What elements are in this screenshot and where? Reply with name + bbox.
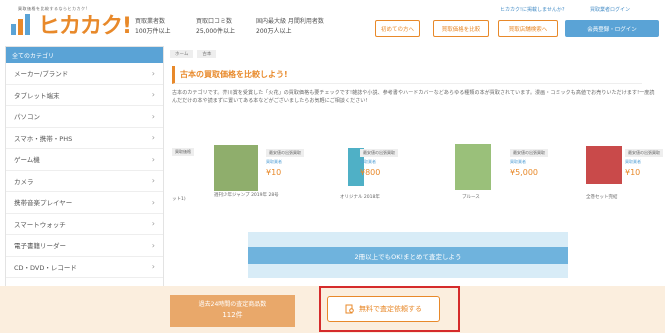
sidebar-item[interactable]: ゲーム機 › <box>6 149 163 171</box>
sidebar-item-label: ゲーム機 <box>14 156 40 165</box>
chevron-right-icon: › <box>151 90 155 100</box>
site-header: 買取価格を比較するならヒカカク! ヒカカク! 買取業者数 100万件以上 買取口… <box>0 0 665 44</box>
stat-value: 25,000件以上 <box>196 28 235 35</box>
document-search-icon <box>345 304 354 314</box>
chevron-right-icon: › <box>151 133 155 143</box>
chevron-right-icon: › <box>151 68 155 78</box>
product-sub: 買取業者 <box>625 159 641 164</box>
highlight-box: 無料で査定依頼する <box>319 286 460 332</box>
sidebar-item[interactable]: 電子書籍リーダー › <box>6 235 163 257</box>
product-label: 最安値の出張買取 <box>625 149 663 157</box>
breadcrumb: ホーム 古本 <box>170 50 217 58</box>
product-image[interactable] <box>586 146 622 184</box>
product-image[interactable] <box>214 145 258 191</box>
recent-appraisals-label: 過去24時間の査定商品数 <box>198 301 267 308</box>
product-card[interactable]: 最安値の出張買取 買取業者 ¥800 <box>360 143 412 213</box>
sidebar-item-label: 携帯音楽プレイヤー <box>14 199 73 208</box>
product-sub: 買取業者 <box>266 159 282 164</box>
product-caption[interactable]: ット1) <box>172 196 186 202</box>
sidebar-item[interactable]: CD・DVD・レコード › <box>6 257 163 278</box>
sidebar-item[interactable]: 携帯音楽プレイヤー › <box>6 192 163 214</box>
chevron-right-icon: › <box>151 111 155 121</box>
sidebar-item-label: メーカー/ブランド <box>14 70 69 79</box>
breadcrumb-home[interactable]: ホーム <box>170 50 194 58</box>
sidebar-item-label: スマートウォッチ <box>14 220 66 229</box>
product-price: ¥10 <box>266 168 282 177</box>
stat-label: 買取口コミ数 <box>196 18 233 25</box>
sidebar-item-label: カメラ <box>14 177 34 186</box>
product-label: 最安値の出張買取 <box>360 149 398 157</box>
chevron-right-icon: › <box>151 197 155 207</box>
dealer-login-link[interactable]: 買取業者ログイン <box>590 6 630 13</box>
product-card[interactable]: 最安値の出張買取 買取業者 ¥10 <box>266 143 318 213</box>
sidebar-item-label: CD・DVD・レコード <box>14 263 77 272</box>
chevron-right-icon: › <box>151 176 155 186</box>
sidebar-item-label: スマホ・携帯・PHS <box>14 134 73 143</box>
chevron-right-icon: › <box>151 240 155 250</box>
page-title: 古本の買取価格を比較しよう! <box>172 66 642 84</box>
product-label: 最安値の出張買取 <box>510 149 548 157</box>
stat-value: 200万人以上 <box>256 28 292 35</box>
recent-appraisals: 過去24時間の査定商品数 112件 <box>170 295 295 327</box>
product-sub: 買取業者 <box>360 159 376 164</box>
product-label: 買取価格 <box>172 148 194 156</box>
sidebar-item-label: 電子書籍リーダー <box>14 242 66 251</box>
logo-icon[interactable] <box>10 10 36 36</box>
free-appraisal-label: 無料で査定依頼する <box>359 305 422 313</box>
compare-button[interactable]: 買取価格を比較 <box>433 20 489 37</box>
publish-link[interactable]: ヒカカク!に掲載しませんか? <box>500 6 565 13</box>
sidebar-header: 全てのカテゴリ <box>6 47 163 63</box>
stat-reviews: 買取口コミ数 25,000件以上 <box>196 17 235 37</box>
chevron-right-icon: › <box>151 154 155 164</box>
chevron-right-icon: › <box>151 219 155 229</box>
product-price: ¥800 <box>360 168 381 177</box>
sidebar-item[interactable]: スマホ・携帯・PHS › <box>6 128 163 149</box>
stat-value: 100万件以上 <box>135 28 171 35</box>
sidebar-item[interactable]: カメラ › <box>6 171 163 192</box>
product-card[interactable]: 最安値の出張買取 買取業者 ¥10 <box>625 143 663 213</box>
recent-appraisals-count: 112件 <box>222 311 243 319</box>
sidebar-item-label: パソコン <box>14 113 40 122</box>
sidebar-item[interactable]: メーカー/ブランド › <box>6 63 163 85</box>
breadcrumb-current[interactable]: 古本 <box>197 50 217 58</box>
product-card[interactable]: 最安値の出張買取 買取業者 ¥5,000 <box>510 143 562 213</box>
product-image[interactable] <box>455 144 491 190</box>
product-caption[interactable]: 全巻セット完結 <box>586 194 618 200</box>
sidebar-item[interactable]: スマートウォッチ › <box>6 214 163 235</box>
product-caption[interactable]: 週刊少年ジャンプ 2019年 28号 <box>214 192 279 198</box>
store-search-button[interactable]: 買取店舗検索へ <box>498 20 558 37</box>
product-label: 最安値の出張買取 <box>266 149 304 157</box>
stat-dealers: 買取業者数 100万件以上 <box>135 17 170 37</box>
guide-button[interactable]: 初めての方へ <box>375 20 420 37</box>
register-login-button[interactable]: 会員登録・ログイン <box>565 20 659 37</box>
logo-text[interactable]: ヒカカク! <box>38 8 132 40</box>
bundle-banner[interactable]: 2冊以上でもOK!まとめて査定しよう <box>248 232 568 278</box>
sidebar-item[interactable]: タブレット端末 › <box>6 85 163 106</box>
category-description: 古本のカテゴリです。芥川賞を受賞した「火花」の買取価格も要チェックです!雑誌や小… <box>172 90 655 104</box>
sidebar-item-label: タブレット端末 <box>14 91 60 100</box>
sidebar-item[interactable]: パソコン › <box>6 106 163 128</box>
stat-label: 買取業者数 <box>135 18 166 25</box>
free-appraisal-button[interactable]: 無料で査定依頼する <box>327 296 440 322</box>
chevron-right-icon: › <box>151 262 155 272</box>
stat-label: 国内最大級 月間利用者数 <box>256 18 324 25</box>
bundle-banner-text: 2冊以上でもOK!まとめて査定しよう <box>248 247 568 264</box>
product-caption[interactable]: ブルース <box>462 194 480 200</box>
product-sub: 買取業者 <box>510 159 526 164</box>
product-price: ¥5,000 <box>510 168 538 177</box>
stat-users: 国内最大級 月間利用者数 200万人以上 <box>256 17 324 37</box>
product-price: ¥10 <box>625 168 641 177</box>
product-caption[interactable]: オリジナル 2018年 <box>340 194 380 200</box>
